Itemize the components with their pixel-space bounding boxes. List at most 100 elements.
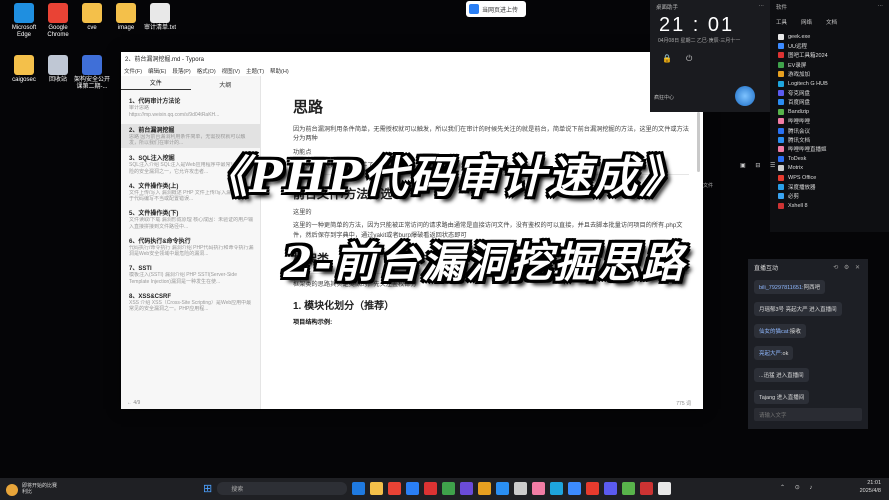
- software-item[interactable]: geek.exe: [770, 32, 889, 41]
- menu-item[interactable]: 帮助(H): [270, 67, 289, 75]
- desktop-icon[interactable]: 审计清单.txt: [140, 3, 180, 32]
- lock-icon[interactable]: 🔒: [662, 54, 672, 64]
- software-item[interactable]: WPS Office: [770, 173, 889, 182]
- software-item[interactable]: Xshell 8: [770, 201, 889, 210]
- weather-widget[interactable]: 即将开始的比赛 利比: [0, 483, 110, 496]
- taskbar-app-icon[interactable]: [568, 482, 582, 495]
- software-panel: 软件 ··· 工具 网络 文档 geek.exe UU远程 图吧工具箱2024 EV录屏 游戏…: [770, 0, 889, 232]
- software-item[interactable]: Motrix: [770, 163, 889, 172]
- more-icon[interactable]: ···: [878, 3, 884, 11]
- paragraph: 这里的: [293, 209, 312, 217]
- avatar-label: 疯狂中心: [654, 95, 675, 101]
- paragraph: 项目结构示例:: [293, 319, 333, 327]
- taskbar-app-icon[interactable]: [496, 482, 510, 495]
- tab-files[interactable]: 文件: [121, 78, 191, 90]
- software-item[interactable]: 必剪: [770, 192, 889, 201]
- software-item[interactable]: 百度网盘: [770, 98, 889, 107]
- chat-input[interactable]: 请输入文字: [754, 408, 862, 421]
- overlay-title: 《PHP代码审计速成》: [203, 152, 686, 203]
- avatar[interactable]: [735, 86, 755, 106]
- software-tab[interactable]: 网络: [801, 18, 812, 26]
- software-item[interactable]: 腾讯文档: [770, 135, 889, 144]
- tray-clock[interactable]: 21:01 2025/4/8: [860, 480, 881, 495]
- chat-text: 月瑶郁3号 亮起大严 进入直播间: [759, 307, 837, 313]
- software-item[interactable]: 哔哩哔哩: [770, 117, 889, 126]
- outline-item[interactable]: 1、代码审计方法论 审计思路 https://mp.weixin.qq.com/s…: [129, 96, 254, 119]
- app-icon: [778, 108, 784, 115]
- software-tab[interactable]: 工具: [776, 18, 787, 26]
- software-item[interactable]: 图吧工具箱2024: [770, 51, 889, 60]
- menu-item[interactable]: 文件(F): [124, 67, 142, 75]
- chat-user: 仙女的猫cat:: [759, 329, 790, 335]
- software-tabs: 工具 网络 文档: [770, 14, 889, 32]
- more-icon[interactable]: ···: [759, 3, 765, 11]
- taskbar-app-icon[interactable]: [442, 482, 456, 495]
- software-panel-title: 软件: [776, 5, 788, 11]
- taskbar-app-icon[interactable]: [658, 482, 672, 495]
- search-input[interactable]: 搜索: [217, 482, 348, 495]
- menu-item[interactable]: 主题(T): [246, 67, 264, 75]
- app-icon: [778, 61, 784, 68]
- software-tab[interactable]: 文档: [826, 18, 837, 26]
- taskbar: 即将开始的比赛 利比 ⊞ 搜索 ⌃ ⊙ ♪ 21:01 2025/4/8: [0, 478, 889, 500]
- software-item-label: WPS Office: [788, 174, 817, 181]
- side-icons[interactable]: ▣ ⊟ ☰: [740, 162, 779, 169]
- desktop-icon[interactable]: 架构安全公开课第二期-...: [72, 55, 112, 91]
- software-item[interactable]: 哔哩哔哩直播姬: [770, 145, 889, 154]
- software-item[interactable]: 游戏加加: [770, 70, 889, 79]
- outline-item[interactable]: 8、XSS&CSRF XSS 介绍 XSS（Cross-Site Scriptin…: [129, 291, 254, 314]
- word-count: 775 词: [676, 401, 691, 407]
- taskbar-app-icon[interactable]: [460, 482, 474, 495]
- menu-bar: 文件(F) 编辑(E) 段落(P) 格式(O) 视图(V) 主题(T) 帮助(H): [121, 65, 703, 76]
- outline-item[interactable]: 5、文件操作类(下) 文件读取/下载 漏洞形成原理 核心成因：未验证的用户输入直接…: [129, 208, 254, 231]
- widget-title: 桌面助手: [656, 5, 679, 11]
- chat-text: Tajang 进入直播间: [759, 395, 805, 401]
- taskbar-app-icon[interactable]: [424, 482, 438, 495]
- taskbar-app-icon[interactable]: [640, 482, 654, 495]
- taskbar-app-icon[interactable]: [370, 482, 384, 495]
- software-item[interactable]: 腾讯会议: [770, 126, 889, 135]
- tray-icons[interactable]: ⌃ ⊙ ♪: [780, 484, 816, 491]
- taskbar-app-icon[interactable]: [352, 482, 366, 495]
- software-item-label: Logitech G HUB: [788, 80, 828, 87]
- software-item[interactable]: Bandizip: [770, 107, 889, 116]
- upload-float-button[interactable]: 当网页进上传: [466, 1, 526, 17]
- heading-modular: 1. 模块化划分（推荐）: [293, 301, 395, 313]
- software-item[interactable]: Logitech G HUB: [770, 79, 889, 88]
- app-icon: [150, 3, 170, 23]
- taskbar-app-icon[interactable]: [478, 482, 492, 495]
- taskbar-app-icon[interactable]: [550, 482, 564, 495]
- menu-item[interactable]: 段落(P): [172, 67, 190, 75]
- software-item[interactable]: 深度播放器: [770, 182, 889, 191]
- software-item[interactable]: EV录屏: [770, 60, 889, 69]
- outline-heading: 1、代码审计方法论: [129, 99, 181, 105]
- power-icon[interactable]: ⏻: [686, 54, 692, 64]
- heading-thinking: 思路: [293, 99, 324, 116]
- desktop-icon-label: 审计清单.txt: [143, 25, 176, 31]
- taskbar-app-icon[interactable]: [604, 482, 618, 495]
- software-item-label: geek.exe: [788, 33, 811, 40]
- app-icon: [778, 99, 784, 106]
- taskbar-app-icon[interactable]: [532, 482, 546, 495]
- taskbar-app-icon[interactable]: [622, 482, 636, 495]
- software-item[interactable]: 夸克网盘: [770, 88, 889, 97]
- tab-outline[interactable]: 大纲: [191, 80, 261, 89]
- taskbar-app-icon[interactable]: [406, 482, 420, 495]
- chat-controls[interactable]: ⟲ ⚙ ✕: [833, 264, 862, 271]
- menu-item[interactable]: 视图(V): [222, 67, 240, 75]
- chat-message: Tajang 进入直播间: [754, 390, 810, 404]
- title-bar: 2、前台漏洞挖掘.md - Typora – ☐ ✕: [121, 52, 703, 65]
- software-item[interactable]: UU远程: [770, 41, 889, 50]
- software-item-label: Bandizip: [788, 108, 810, 115]
- menu-item[interactable]: 格式(O): [197, 67, 216, 75]
- app-icon: [48, 55, 68, 75]
- start-icon[interactable]: ⊞: [203, 482, 212, 495]
- sidebar-footer[interactable]: ← 4/9: [127, 400, 140, 406]
- menu-item[interactable]: 编辑(E): [148, 67, 166, 75]
- outline-heading: 2、前台漏洞挖掘: [129, 127, 175, 134]
- software-item[interactable]: ToDesk: [770, 154, 889, 163]
- taskbar-app-icon[interactable]: [388, 482, 402, 495]
- taskbar-app-icon[interactable]: [514, 482, 528, 495]
- chat-message: 仙女的猫cat:接收: [754, 324, 806, 338]
- taskbar-app-icon[interactable]: [586, 482, 600, 495]
